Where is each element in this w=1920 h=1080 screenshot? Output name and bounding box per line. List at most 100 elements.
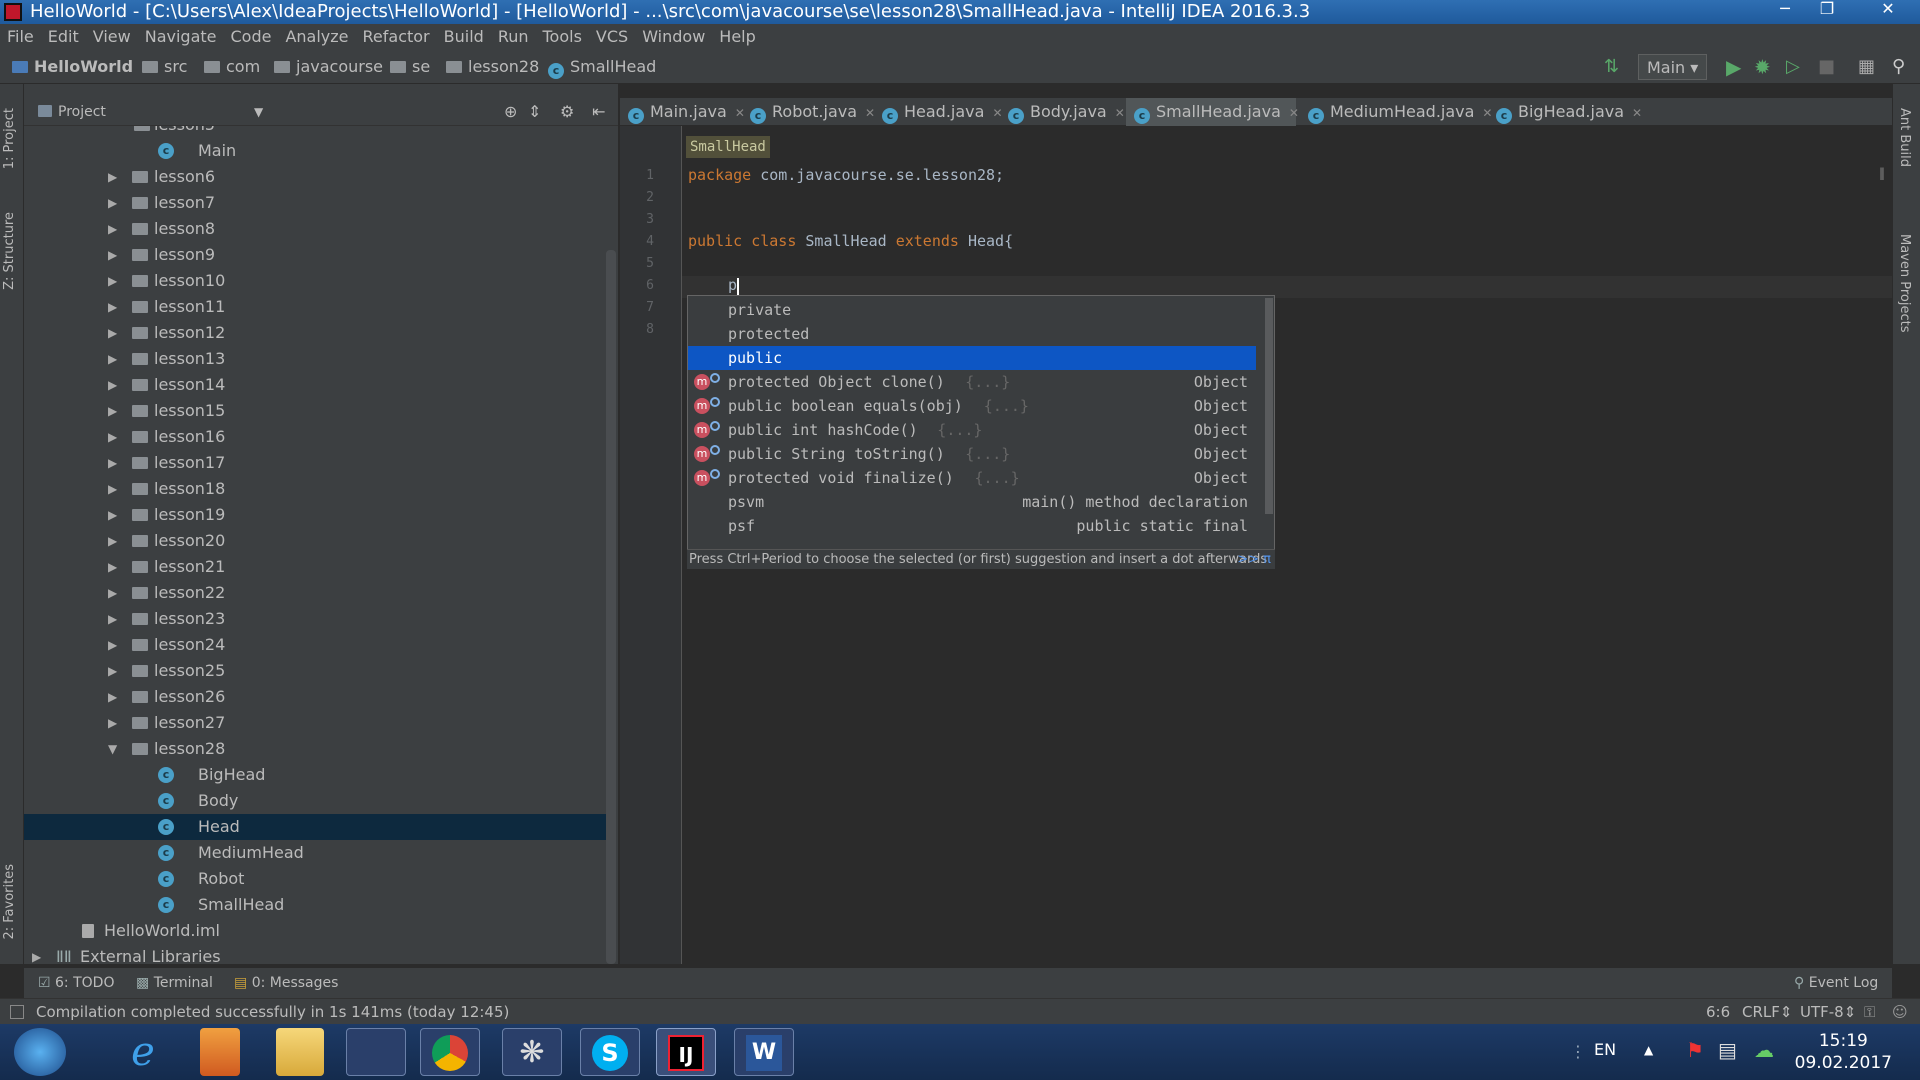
breadcrumb-lesson28[interactable]: lesson28	[446, 50, 539, 84]
tree-item[interactable]: ▶ lesson27	[24, 710, 606, 736]
collapsed-arrow-icon[interactable]: ▶	[108, 242, 117, 268]
menu-refactor[interactable]: Refactor	[356, 24, 437, 50]
inspector-icon[interactable]: ☺	[1892, 999, 1908, 1025]
collapsed-arrow-icon[interactable]: ▶	[108, 554, 117, 580]
completion-item[interactable]: m public boolean equals(obj) {...} Object	[688, 394, 1256, 418]
tree-item[interactable]: c BigHead	[24, 762, 606, 788]
completion-item[interactable]: m public int hashCode() {...} Object	[688, 418, 1256, 442]
skype-icon[interactable]: S	[580, 1028, 640, 1076]
completion-item[interactable]: public	[688, 346, 1256, 370]
tree-item[interactable]: ▶ lesson25	[24, 658, 606, 684]
search-icon[interactable]: ⚲	[1892, 50, 1905, 84]
project-view-select[interactable]: Project	[38, 98, 106, 126]
tree-item[interactable]: ▶ lesson26	[24, 684, 606, 710]
completion-hint-link[interactable]: >> π	[1237, 550, 1271, 570]
menu-build[interactable]: Build	[437, 24, 491, 50]
app-tree-icon[interactable]: ❋	[502, 1028, 562, 1076]
tree-item[interactable]: ▶ lesson9	[24, 242, 606, 268]
status-toggle-icon[interactable]	[10, 1005, 24, 1019]
messages-tool-button[interactable]: ▤ 0: Messages	[234, 968, 338, 998]
tree-item[interactable]: c Head	[24, 814, 606, 840]
close-tab-icon[interactable]: ✕	[1115, 106, 1125, 120]
gear-icon[interactable]: ⚙	[560, 98, 574, 126]
debug-icon[interactable]: ✹	[1754, 50, 1771, 84]
collapsed-arrow-icon[interactable]: ▶	[32, 944, 41, 964]
tree-item[interactable]: ▶ lesson19	[24, 502, 606, 528]
collapsed-arrow-icon[interactable]: ▶	[108, 372, 117, 398]
tab-mediumhead-java[interactable]: c MediumHead.java ✕	[1300, 98, 1492, 126]
menu-window[interactable]: Window	[635, 24, 712, 50]
intellij-taskbar-icon[interactable]: IJ	[656, 1028, 716, 1076]
tree-item[interactable]: c SmallHead	[24, 892, 606, 918]
language-indicator[interactable]: EN	[1594, 1024, 1616, 1076]
tree-item[interactable]: ▶ lesson23	[24, 606, 606, 632]
completion-scrollbar[interactable]	[1265, 298, 1273, 514]
tree-item[interactable]: ▶ lesson13	[24, 346, 606, 372]
terminal-tool-button[interactable]: ▩ Terminal	[136, 968, 213, 998]
file-explorer-icon[interactable]	[276, 1028, 324, 1076]
breadcrumb-com[interactable]: com	[204, 50, 260, 84]
tree-item[interactable]: ▼ lesson28	[24, 736, 606, 762]
tab-main-java[interactable]: c Main.java ✕	[620, 98, 745, 126]
menu-run[interactable]: Run	[491, 24, 536, 50]
menu-edit[interactable]: Edit	[41, 24, 86, 50]
tab-head-java[interactable]: c Head.java ✕	[874, 98, 1003, 126]
breadcrumb-src[interactable]: src	[142, 50, 187, 84]
collapsed-arrow-icon[interactable]: ▶	[108, 294, 117, 320]
tree-item[interactable]: ▶ lesson18	[24, 476, 606, 502]
tab-bighead-java[interactable]: c BigHead.java ✕	[1488, 98, 1642, 126]
tree-item[interactable]: c Body	[24, 788, 606, 814]
collapsed-arrow-icon[interactable]: ▶	[108, 528, 117, 554]
chrome-icon[interactable]	[420, 1028, 480, 1076]
project-structure-icon[interactable]: ▦	[1858, 50, 1875, 84]
close-tab-icon[interactable]: ✕	[1289, 106, 1299, 120]
completion-item[interactable]: m public String toString() {...} Object	[688, 442, 1256, 466]
tree-item-lesson5[interactable]: lesson5	[24, 126, 606, 138]
tree-item[interactable]: ▶ lesson24	[24, 632, 606, 658]
tab-body-java[interactable]: c Body.java ✕	[1000, 98, 1125, 126]
file-encoding[interactable]: UTF-8⇕	[1800, 999, 1856, 1025]
internet-explorer-icon[interactable]: e	[118, 1028, 168, 1076]
taskbar-clock[interactable]: 15:19 09.02.2017	[1795, 1030, 1892, 1074]
tree-item[interactable]: c Robot	[24, 866, 606, 892]
completion-item[interactable]: psf public static final	[688, 514, 1256, 538]
breadcrumb-smallhead[interactable]: c SmallHead	[548, 50, 656, 84]
tree-item[interactable]: c Main	[24, 138, 606, 164]
maximize-icon[interactable]: ❐	[1806, 0, 1848, 20]
collapsed-arrow-icon[interactable]: ▶	[108, 476, 117, 502]
completion-item[interactable]: psvm main() method declaration	[688, 490, 1256, 514]
menu-tools[interactable]: Tools	[536, 24, 589, 50]
run-icon[interactable]: ▶	[1726, 50, 1741, 84]
tab-smallhead-java[interactable]: c SmallHead.java ✕	[1126, 98, 1299, 126]
menu-view[interactable]: View	[86, 24, 138, 50]
menu-help[interactable]: Help	[712, 24, 762, 50]
chevron-up-icon[interactable]: ▲	[1644, 1024, 1653, 1076]
menu-file[interactable]: File	[0, 24, 41, 50]
flag-icon[interactable]: ⚑	[1686, 1038, 1704, 1062]
coverage-icon[interactable]: ▷	[1786, 50, 1800, 84]
run-config-select[interactable]: Main ▾	[1638, 54, 1708, 80]
minimize-icon[interactable]: ─	[1764, 0, 1806, 20]
completion-item[interactable]: protected	[688, 322, 1256, 346]
collapsed-arrow-icon[interactable]: ▶	[108, 268, 117, 294]
tree-item[interactable]: c MediumHead	[24, 840, 606, 866]
collapsed-arrow-icon[interactable]: ▶	[108, 216, 117, 242]
tree-item[interactable]: ▶ lesson12	[24, 320, 606, 346]
menu-vcs[interactable]: VCS	[589, 24, 635, 50]
tree-item[interactable]: HelloWorld.iml	[24, 918, 606, 944]
completion-item[interactable]: m protected void finalize() {...} Object	[688, 466, 1256, 490]
line-separator[interactable]: CRLF⇕	[1742, 999, 1792, 1025]
todo-tool-button[interactable]: ☑ 6: TODO	[38, 968, 114, 998]
menu-code[interactable]: Code	[224, 24, 279, 50]
ant-build-tool-tab[interactable]: Ant Build	[1897, 108, 1912, 167]
collapsed-arrow-icon[interactable]: ▶	[108, 424, 117, 450]
network-icon[interactable]: ▤	[1718, 1038, 1737, 1062]
tree-item[interactable]: ▶ lesson6	[24, 164, 606, 190]
collapsed-arrow-icon[interactable]: ▶	[108, 346, 117, 372]
tree-item[interactable]: ▶ ⅡⅡ External Libraries	[24, 944, 606, 964]
sync-icon[interactable]: ☁	[1754, 1038, 1774, 1062]
close-window-icon[interactable]: ✕	[1860, 0, 1916, 20]
tree-item[interactable]: ▶ lesson15	[24, 398, 606, 424]
collapsed-arrow-icon[interactable]: ▶	[108, 190, 117, 216]
lock-icon[interactable]: ⚿	[1864, 999, 1875, 1025]
